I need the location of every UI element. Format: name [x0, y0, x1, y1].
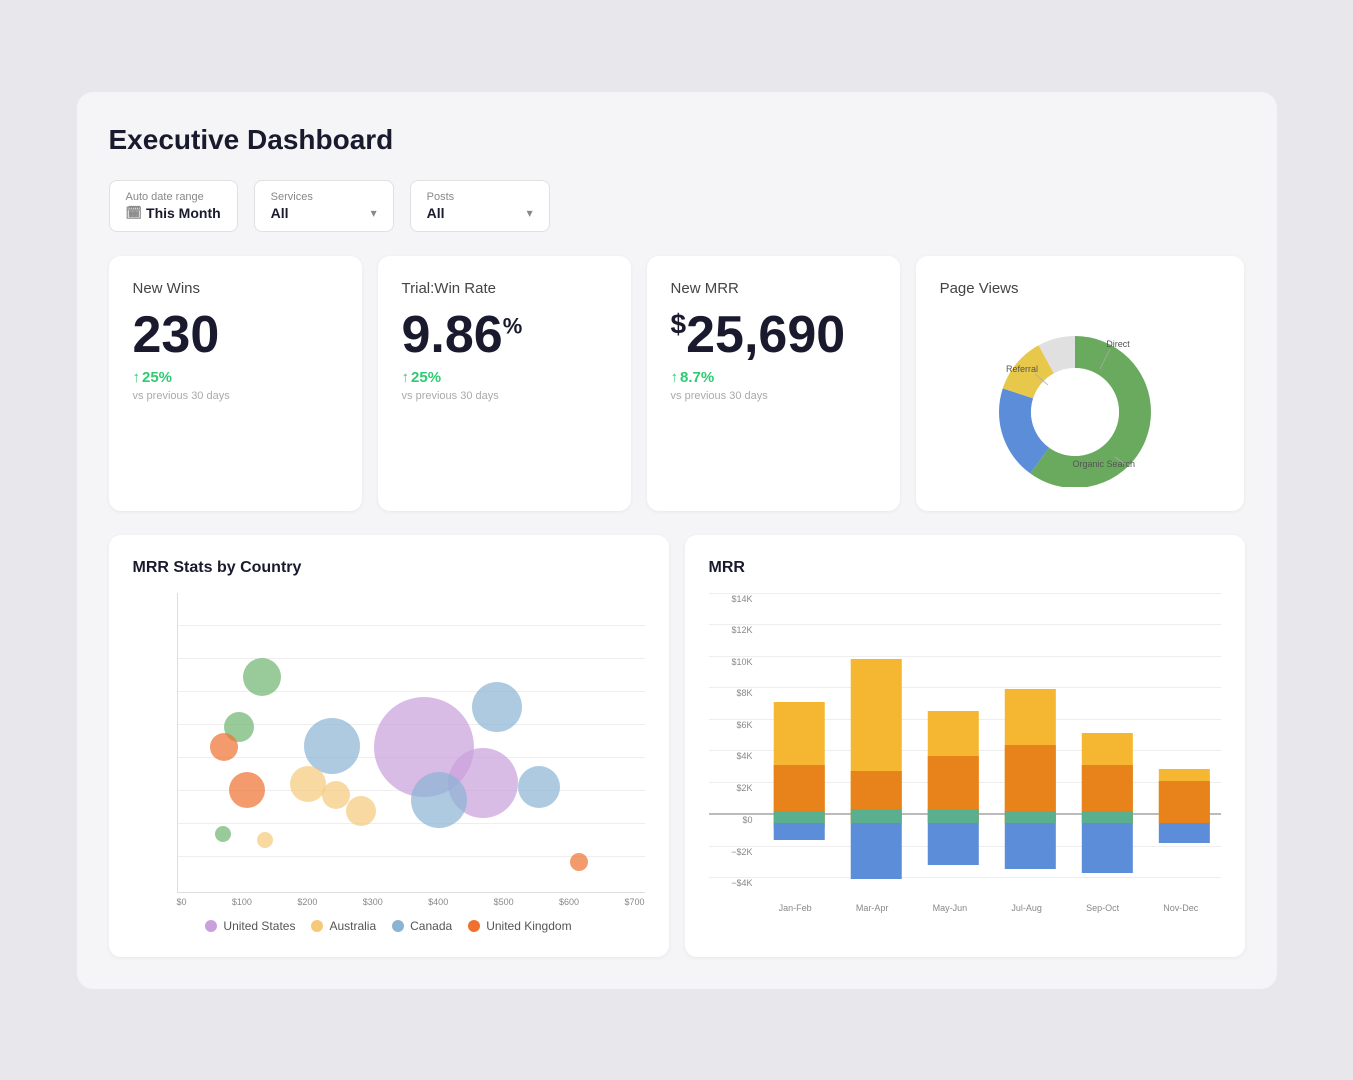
bar-sep-blue — [1081, 823, 1132, 873]
bubble-green-1 — [243, 658, 281, 696]
donut-svg: Direct Referral Organic Search — [980, 317, 1180, 487]
services-filter[interactable]: Services All ▾ — [254, 180, 394, 232]
legend-label-canada: Canada — [410, 919, 452, 933]
date-range-filter[interactable]: Auto date range 🗓 This Month — [109, 180, 238, 232]
legend-dot-us — [205, 920, 217, 932]
bar-nov-blue — [1158, 823, 1209, 843]
bubble-aus-4 — [257, 832, 273, 848]
label-referral: Referral — [1006, 364, 1038, 374]
bar-chart-container: $14K $12K $10K $8K $6K $4K — [709, 593, 1221, 913]
kpi-value: 9.86% — [402, 309, 607, 361]
chevron-down-icon: ▾ — [371, 206, 377, 220]
legend-uk: United Kingdom — [468, 919, 571, 933]
bar-sep-teal — [1081, 811, 1132, 823]
legend-dot-uk — [468, 920, 480, 932]
bar-nov-orange — [1158, 781, 1209, 823]
posts-filter[interactable]: Posts All ▾ — [410, 180, 550, 232]
legend-aus: Australia — [311, 919, 376, 933]
bar-mar-teal — [850, 809, 901, 823]
x-axis-labels: $0 $100 $200 $300 $400 $500 $600 $700 — [177, 897, 645, 907]
date-range-value: This Month — [146, 205, 221, 221]
bubble-legend: United States Australia Canada United Ki… — [133, 919, 645, 933]
x-label: Jan-Feb — [779, 903, 812, 913]
x-label: Nov-Dec — [1163, 903, 1198, 913]
page-title: Executive Dashboard — [109, 124, 1245, 156]
services-value: All — [271, 205, 289, 221]
bubble-chart-area: $14.0 $12.0 $10.0 $8.0 $6.0 $4.0 $2.0 $0… — [177, 593, 645, 893]
bar-may-teal — [927, 809, 978, 823]
kpi-subtext: vs previous 30 days — [671, 390, 876, 402]
bubble-aus-3 — [346, 796, 376, 826]
bubble-canada-3 — [518, 766, 560, 808]
x-label: Jul-Aug — [1011, 903, 1042, 913]
dashboard: Executive Dashboard Auto date range 🗓 Th… — [77, 92, 1277, 989]
x-label: Mar-Apr — [856, 903, 889, 913]
services-label: Services — [271, 191, 377, 203]
kpi-change: ↑8.7% — [671, 369, 876, 386]
label-organic: Organic Search — [1072, 459, 1135, 469]
x-label: Sep-Oct — [1086, 903, 1119, 913]
donut-chart: Direct Referral Organic Search — [980, 317, 1180, 487]
kpi-change: ↑25% — [133, 369, 338, 386]
bubble-chart-container: $14.0 $12.0 $10.0 $8.0 $6.0 $4.0 $2.0 $0… — [133, 593, 645, 907]
bar-mar-blue — [850, 823, 901, 879]
kpi-value: $25,690 — [671, 309, 876, 361]
x-axis-labels: Jan-Feb Mar-Apr May-Jun Jul-Aug Sep-Oct … — [757, 903, 1221, 913]
kpi-row: New Wins 230 ↑25% vs previous 30 days Tr… — [109, 256, 1245, 511]
kpi-title: Trial:Win Rate — [402, 280, 607, 297]
bubble-green-3 — [215, 826, 231, 842]
chart-title: MRR Stats by Country — [133, 559, 645, 577]
mrr-bar-card: MRR $14K $12K $10K $8K — [685, 535, 1245, 957]
bar-jan-teal — [773, 811, 824, 823]
posts-value: All — [427, 205, 445, 221]
calendar-icon: 🗓 — [126, 205, 143, 221]
posts-label: Posts — [427, 191, 533, 203]
bottom-row: MRR Stats by Country $14.0 $12.0 $10.0 $… — [109, 535, 1245, 957]
chevron-down-icon: ▾ — [527, 206, 533, 220]
bars-svg — [757, 593, 1221, 889]
mrr-by-country-card: MRR Stats by Country $14.0 $12.0 $10.0 $… — [109, 535, 669, 957]
kpi-trial-win-rate: Trial:Win Rate 9.86% ↑25% vs previous 30… — [378, 256, 631, 511]
kpi-change: ↑25% — [402, 369, 607, 386]
bubble-uk-1 — [210, 733, 238, 761]
kpi-value: 230 — [133, 309, 338, 361]
legend-us: United States — [205, 919, 295, 933]
chart-title: MRR — [709, 559, 1221, 577]
filters-bar: Auto date range 🗓 This Month Services Al… — [109, 180, 1245, 232]
legend-dot-canada — [392, 920, 404, 932]
kpi-subtext: vs previous 30 days — [402, 390, 607, 402]
kpi-title: New Wins — [133, 280, 338, 297]
kpi-new-mrr: New MRR $25,690 ↑8.7% vs previous 30 day… — [647, 256, 900, 511]
legend-label-aus: Australia — [329, 919, 376, 933]
kpi-title: Page Views — [940, 280, 1019, 297]
x-label: May-Jun — [933, 903, 968, 913]
date-range-label: Auto date range — [126, 191, 221, 203]
bubble-canada-4 — [411, 772, 467, 828]
bubble-canada-2 — [472, 682, 522, 732]
legend-canada: Canada — [392, 919, 452, 933]
kpi-subtext: vs previous 30 days — [133, 390, 338, 402]
kpi-page-views: Page Views Direct Ref — [916, 256, 1245, 511]
bubble-uk-2 — [229, 772, 265, 808]
bar-jul-blue — [1004, 823, 1055, 869]
bar-may-blue — [927, 823, 978, 865]
bar-jul-teal — [1004, 811, 1055, 823]
bar-jan-blue — [773, 823, 824, 840]
kpi-title: New MRR — [671, 280, 876, 297]
label-direct: Direct — [1106, 339, 1130, 349]
bubble-uk-3 — [570, 853, 588, 871]
legend-label-uk: United Kingdom — [486, 919, 571, 933]
legend-label-us: United States — [223, 919, 295, 933]
bubble-aus-1 — [290, 766, 326, 802]
legend-dot-aus — [311, 920, 323, 932]
kpi-new-wins: New Wins 230 ↑25% vs previous 30 days — [109, 256, 362, 511]
